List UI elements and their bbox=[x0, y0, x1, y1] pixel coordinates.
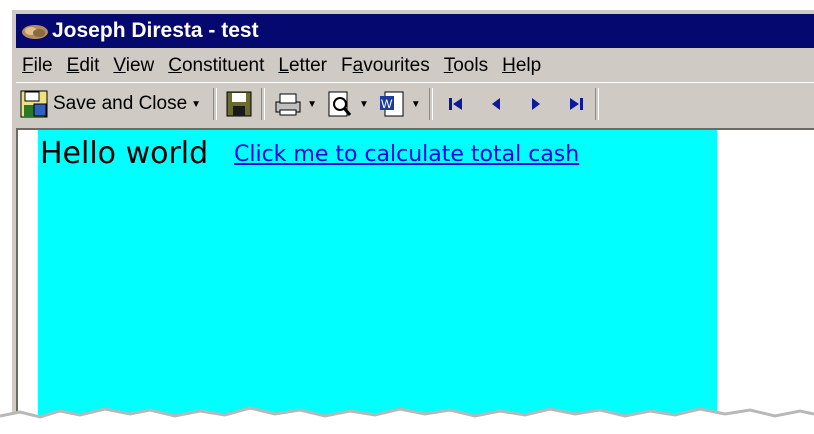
menu-help-rest: elp bbox=[515, 55, 542, 76]
save-close-icon bbox=[20, 90, 48, 118]
next-record-button[interactable] bbox=[525, 87, 547, 121]
menu-favourites-accel: a bbox=[352, 55, 364, 76]
first-record-icon bbox=[448, 98, 462, 110]
menu-tools-accel: T bbox=[443, 55, 454, 76]
application-window: Joseph Diresta - test File Edit View Con… bbox=[10, 8, 814, 434]
menu-favourites-rest: vourites bbox=[363, 55, 430, 76]
previous-record-button[interactable] bbox=[485, 87, 507, 121]
calculate-total-cash-link[interactable]: Click me to calculate total cash bbox=[234, 142, 579, 167]
greeting-text: Hello world bbox=[40, 136, 209, 171]
menu-help[interactable]: Help bbox=[502, 55, 541, 77]
first-record-button[interactable] bbox=[445, 87, 467, 121]
menu-tools[interactable]: Tools bbox=[444, 55, 488, 77]
menu-view[interactable]: View bbox=[113, 55, 154, 77]
toolbar: Save and Close ▼ ▼ ▼ W ▼ bbox=[16, 82, 814, 125]
save-button[interactable] bbox=[225, 87, 253, 121]
print-button[interactable]: ▼ bbox=[273, 87, 317, 121]
html-content-panel: Hello world Click me to calculate total … bbox=[38, 130, 717, 434]
chevron-down-icon[interactable]: ▼ bbox=[411, 99, 421, 110]
next-record-icon bbox=[531, 98, 540, 110]
menu-edit-rest: dit bbox=[79, 55, 100, 76]
toolbar-divider bbox=[261, 88, 266, 120]
chevron-down-icon[interactable]: ▼ bbox=[191, 99, 201, 110]
menu-bar: File Edit View Constituent Letter Favour… bbox=[16, 50, 814, 82]
svg-text:W: W bbox=[381, 97, 393, 111]
word-button[interactable]: W ▼ bbox=[377, 87, 421, 121]
menu-tools-rest: ools bbox=[453, 55, 489, 76]
word-icon: W bbox=[379, 91, 404, 117]
menu-letter-accel: L bbox=[278, 55, 289, 76]
print-icon bbox=[275, 93, 301, 116]
toolbar-divider bbox=[428, 88, 433, 120]
print-preview-icon bbox=[328, 91, 352, 117]
chevron-down-icon[interactable]: ▼ bbox=[359, 99, 369, 110]
last-record-button[interactable] bbox=[565, 87, 587, 121]
menu-file-rest: ile bbox=[33, 55, 53, 76]
title-bar[interactable]: Joseph Diresta - test bbox=[16, 14, 814, 48]
menu-file-accel: F bbox=[22, 55, 34, 76]
menu-help-accel: H bbox=[502, 55, 516, 76]
menu-constituent-rest: onstituent bbox=[181, 55, 265, 76]
toolbar-divider bbox=[594, 88, 599, 120]
toolbar-divider bbox=[213, 88, 218, 120]
menu-favourites-pre: F bbox=[341, 55, 353, 76]
menu-letter[interactable]: Letter bbox=[278, 55, 327, 77]
menu-edit[interactable]: Edit bbox=[67, 55, 100, 77]
previous-record-icon bbox=[491, 98, 500, 110]
menu-view-rest: iew bbox=[125, 55, 155, 76]
menu-favourites[interactable]: Favourites bbox=[341, 55, 430, 77]
menu-file[interactable]: File bbox=[22, 55, 53, 77]
last-record-icon bbox=[569, 98, 583, 110]
torn-edge-decoration bbox=[0, 406, 814, 434]
menu-constituent[interactable]: Constituent bbox=[168, 55, 264, 77]
menu-letter-rest: etter bbox=[288, 55, 327, 76]
handshake-icon bbox=[22, 25, 48, 39]
menu-constituent-accel: C bbox=[168, 55, 182, 76]
print-preview-button[interactable]: ▼ bbox=[325, 87, 369, 121]
chevron-down-icon[interactable]: ▼ bbox=[307, 99, 317, 110]
save-and-close-label: Save and Close bbox=[53, 93, 188, 114]
save-and-close-button[interactable]: Save and Close ▼ bbox=[16, 87, 205, 121]
menu-view-accel: V bbox=[113, 55, 126, 76]
menu-edit-accel: E bbox=[66, 55, 80, 76]
document-area: Hello world Click me to calculate total … bbox=[16, 128, 814, 434]
floppy-disk-icon bbox=[226, 91, 252, 117]
window-title: Joseph Diresta - test bbox=[52, 19, 259, 42]
